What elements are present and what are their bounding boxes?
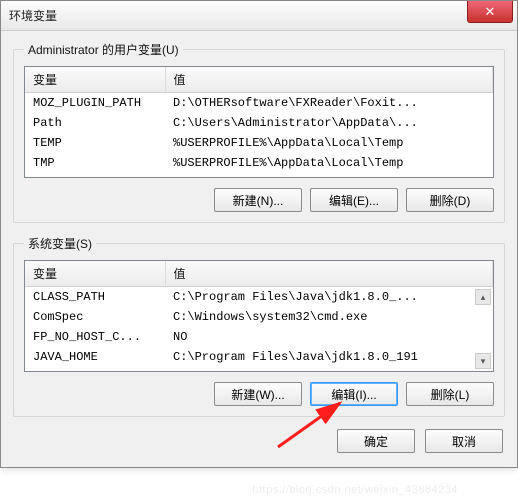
dialog-content: Administrator 的用户变量(U) 变量 值 MOZ_PLUGIN_P… <box>1 31 517 467</box>
system-vars-buttons: 新建(W)... 编辑(I)... 删除(L) <box>24 382 494 406</box>
cell-val: D:\OTHERsoftware\FXReader\Foxit... <box>165 93 493 114</box>
cell-val: C:\Users\Administrator\AppData\... <box>165 113 493 133</box>
col-header-val[interactable]: 值 <box>165 67 493 93</box>
cancel-button[interactable]: 取消 <box>425 429 503 453</box>
scroll-up-icon[interactable]: ▴ <box>475 289 491 305</box>
close-button[interactable]: ✕ <box>467 1 513 23</box>
cell-var: TEMP <box>25 133 165 153</box>
system-new-button[interactable]: 新建(W)... <box>214 382 302 406</box>
window-title: 环境变量 <box>9 7 57 24</box>
system-delete-button[interactable]: 删除(L) <box>406 382 494 406</box>
close-icon: ✕ <box>485 4 496 20</box>
table-row[interactable]: FP_NO_HOST_C... NO <box>25 327 493 347</box>
user-vars-legend: Administrator 的用户变量(U) <box>24 41 183 58</box>
col-header-val[interactable]: 值 <box>165 261 493 287</box>
ok-button[interactable]: 确定 <box>337 429 415 453</box>
col-header-var[interactable]: 变量 <box>25 67 165 93</box>
cell-var: FP_NO_HOST_C... <box>25 327 165 347</box>
table-row[interactable]: ComSpec C:\Windows\system32\cmd.exe <box>25 307 493 327</box>
cell-val: NO <box>165 327 493 347</box>
user-edit-button[interactable]: 编辑(E)... <box>310 188 398 212</box>
table-row[interactable]: TMP %USERPROFILE%\AppData\Local\Temp <box>25 153 493 173</box>
user-new-button[interactable]: 新建(N)... <box>214 188 302 212</box>
cell-var: MOZ_PLUGIN_PATH <box>25 93 165 114</box>
user-vars-buttons: 新建(N)... 编辑(E)... 删除(D) <box>24 188 494 212</box>
system-vars-table[interactable]: 变量 值 CLASS_PATH C:\Program Files\Java\jd… <box>25 261 493 367</box>
cell-var: CLASS_PATH <box>25 287 165 308</box>
titlebar: 环境变量 ✕ <box>1 1 517 31</box>
dialog-buttons: 确定 取消 <box>13 429 505 453</box>
system-vars-table-wrap: 变量 值 CLASS_PATH C:\Program Files\Java\jd… <box>24 260 494 372</box>
system-vars-group: 系统变量(S) 变量 值 CLASS_PATH C:\Program Files… <box>13 235 505 417</box>
cell-val: C:\Windows\system32\cmd.exe <box>165 307 493 327</box>
system-vars-legend: 系统变量(S) <box>24 235 96 252</box>
cell-var: JAVA_HOME <box>25 347 165 367</box>
user-delete-button[interactable]: 删除(D) <box>406 188 494 212</box>
user-vars-group: Administrator 的用户变量(U) 变量 值 MOZ_PLUGIN_P… <box>13 41 505 223</box>
system-edit-button[interactable]: 编辑(I)... <box>310 382 398 406</box>
cell-val: %USERPROFILE%\AppData\Local\Temp <box>165 153 493 173</box>
col-header-var[interactable]: 变量 <box>25 261 165 287</box>
cell-var: TMP <box>25 153 165 173</box>
user-vars-table-wrap: 变量 值 MOZ_PLUGIN_PATH D:\OTHERsoftware\FX… <box>24 66 494 178</box>
table-row[interactable]: JAVA_HOME C:\Program Files\Java\jdk1.8.0… <box>25 347 493 367</box>
watermark-text: https://blog.csdn.net/weixin_43884234 <box>252 484 458 496</box>
cell-var: Path <box>25 113 165 133</box>
table-row[interactable]: CLASS_PATH C:\Program Files\Java\jdk1.8.… <box>25 287 493 308</box>
cell-var: ComSpec <box>25 307 165 327</box>
table-row[interactable]: TEMP %USERPROFILE%\AppData\Local\Temp <box>25 133 493 153</box>
env-vars-dialog: 环境变量 ✕ Administrator 的用户变量(U) 变量 值 <box>0 0 518 468</box>
user-vars-table[interactable]: 变量 值 MOZ_PLUGIN_PATH D:\OTHERsoftware\FX… <box>25 67 493 173</box>
cell-val: %USERPROFILE%\AppData\Local\Temp <box>165 133 493 153</box>
table-row[interactable]: Path C:\Users\Administrator\AppData\... <box>25 113 493 133</box>
cell-val: C:\Program Files\Java\jdk1.8.0_... <box>165 287 493 308</box>
table-row[interactable]: MOZ_PLUGIN_PATH D:\OTHERsoftware\FXReade… <box>25 93 493 114</box>
scroll-down-icon[interactable]: ▾ <box>475 353 491 369</box>
cell-val: C:\Program Files\Java\jdk1.8.0_191 <box>165 347 493 367</box>
